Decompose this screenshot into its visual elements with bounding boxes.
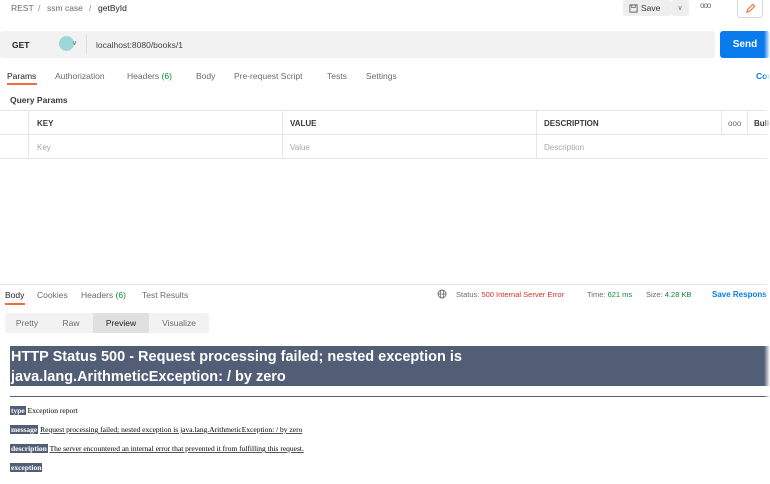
column-divider — [747, 111, 748, 135]
type-text: Exception report — [27, 406, 78, 415]
column-divider — [721, 111, 722, 135]
column-divider — [282, 135, 283, 159]
message-label: message — [10, 425, 39, 434]
request-tabs: Params Authorization Headers (6) Body Pr… — [0, 68, 770, 88]
pencil-icon — [745, 3, 755, 13]
headers-count: (6) — [161, 71, 172, 81]
active-tab-indicator — [7, 83, 37, 85]
response-tab-headers[interactable]: Headers (6) — [81, 290, 126, 300]
method-select[interactable]: GET — [12, 40, 29, 50]
view-mode-tabs: Pretty Raw Preview Visualize — [5, 313, 209, 333]
column-divider — [536, 135, 537, 159]
value-input[interactable]: Value — [290, 143, 310, 152]
column-header-value: VALUE — [290, 119, 317, 128]
view-preview[interactable]: Preview — [93, 313, 149, 333]
save-response-button[interactable]: Save Respons — [712, 290, 767, 299]
send-button[interactable]: Send — [720, 31, 770, 58]
column-divider — [28, 111, 29, 135]
globe-icon[interactable] — [437, 289, 447, 299]
time-value: 621 ms — [607, 290, 633, 299]
time-label: Time: — [587, 290, 606, 299]
description-text: The server encountered an internal error… — [49, 444, 304, 453]
error-type: type Exception report — [10, 406, 78, 415]
response-tab-body[interactable]: Body — [5, 290, 24, 300]
save-button[interactable]: Save — [623, 0, 671, 16]
params-table: KEY VALUE DESCRIPTION ooo Bulk Key Value… — [0, 110, 770, 159]
status-label: Status: — [456, 290, 480, 299]
size-info[interactable]: Size: 4.28 KB — [646, 290, 691, 299]
active-response-tab-indicator — [5, 303, 25, 305]
edit-button[interactable] — [737, 0, 763, 18]
column-header-description: DESCRIPTION — [544, 119, 599, 128]
save-icon — [629, 3, 638, 13]
params-header-row: KEY VALUE DESCRIPTION ooo Bulk — [0, 111, 770, 135]
tab-headers-label: Headers — [127, 71, 160, 81]
response-preview: HTTP Status 500 - Request processing fai… — [10, 346, 770, 484]
chevron-down-icon: ∨ — [677, 5, 683, 12]
message-text: Request processing failed; nested except… — [40, 425, 303, 434]
breadcrumb-separator: / — [38, 3, 41, 13]
save-label: Save — [641, 3, 661, 13]
chevron-down-icon[interactable]: ∨ — [72, 39, 77, 47]
tab-body[interactable]: Body — [196, 71, 215, 81]
column-divider — [28, 135, 29, 159]
params-empty-row: Key Value Description — [0, 135, 770, 159]
more-actions-icon[interactable]: ooo — [700, 1, 711, 10]
breadcrumb-separator: / — [89, 3, 92, 13]
response-tab-test-results[interactable]: Test Results — [142, 290, 188, 300]
response-tab-cookies[interactable]: Cookies — [37, 290, 68, 300]
size-value: 4.28 KB — [664, 290, 692, 299]
pane-divider[interactable] — [0, 284, 770, 285]
key-input[interactable]: Key — [37, 143, 51, 152]
column-header-key: KEY — [37, 119, 54, 128]
tab-pre-request-script[interactable]: Pre-request Script — [234, 71, 303, 81]
breadcrumb-rest[interactable]: REST — [11, 3, 34, 13]
breadcrumb-request-name[interactable]: getById — [98, 3, 127, 13]
request-bar: GET ∨ localhost:8080/books/1 — [0, 31, 715, 58]
breadcrumb-collection[interactable]: ssm case — [47, 3, 83, 13]
response-tab-headers-label: Headers — [81, 290, 114, 300]
query-params-title: Query Params — [10, 95, 68, 105]
view-visualize[interactable]: Visualize — [149, 313, 209, 333]
top-bar: REST / ssm case / getById Save ∨ ooo — [0, 0, 770, 18]
column-divider — [536, 111, 537, 135]
divider — [86, 35, 87, 54]
error-exception: exception — [10, 463, 43, 472]
tab-settings[interactable]: Settings — [366, 71, 397, 81]
more-options-icon[interactable]: ooo — [728, 119, 741, 128]
view-raw[interactable]: Raw — [49, 313, 93, 333]
status-value: 500 Internal Server Error — [481, 290, 564, 299]
exception-label: exception — [10, 463, 43, 472]
column-divider — [282, 111, 283, 135]
save-options-button[interactable]: ∨ — [671, 0, 689, 16]
description-input[interactable]: Description — [544, 143, 584, 152]
divider — [10, 396, 770, 397]
type-label: type — [10, 406, 26, 415]
tab-params[interactable]: Params — [7, 71, 36, 81]
time-info[interactable]: Time: 621 ms — [587, 290, 632, 299]
tab-authorization[interactable]: Authorization — [55, 71, 105, 81]
error-heading: HTTP Status 500 - Request processing fai… — [10, 346, 770, 386]
url-input[interactable]: localhost:8080/books/1 — [96, 40, 183, 50]
error-message: message Request processing failed; neste… — [10, 425, 302, 434]
status-info[interactable]: Status: 500 Internal Server Error — [456, 290, 564, 299]
tab-tests[interactable]: Tests — [327, 71, 347, 81]
error-description: description The server encountered an in… — [10, 444, 304, 453]
tab-headers[interactable]: Headers (6) — [127, 71, 172, 81]
right-edge-fade — [764, 0, 770, 484]
error-heading-line-2: java.lang.ArithmeticException: / by zero — [11, 369, 286, 385]
size-label: Size: — [646, 290, 663, 299]
view-pretty[interactable]: Pretty — [5, 313, 49, 333]
error-heading-line-1: HTTP Status 500 - Request processing fai… — [11, 349, 462, 365]
response-headers-count: (6) — [115, 290, 126, 300]
description-label: description — [10, 444, 48, 453]
